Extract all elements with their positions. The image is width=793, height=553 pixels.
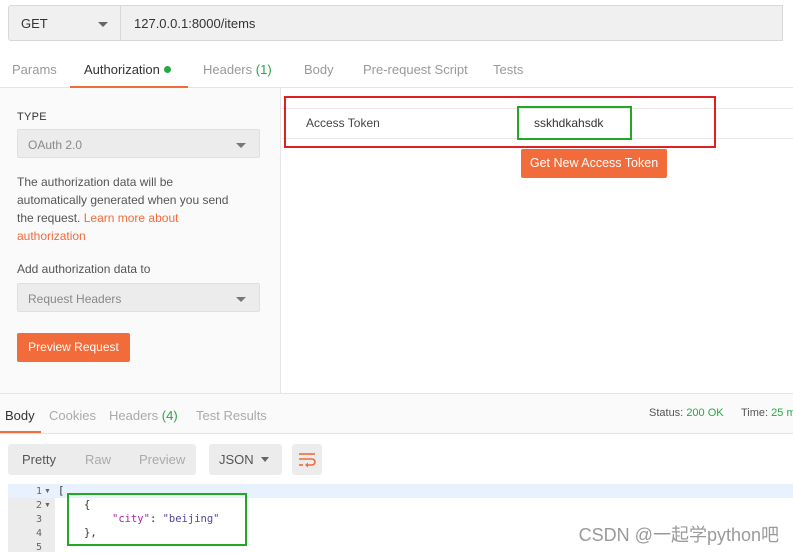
auth-type-select[interactable]: OAuth 2.0 — [17, 129, 260, 158]
auth-type-value: OAuth 2.0 — [28, 138, 83, 152]
fold-arrow-icon[interactable]: ▼ — [44, 502, 51, 509]
active-response-tab-indicator — [0, 431, 41, 433]
annotation-green-box-response — [67, 493, 247, 546]
desc-line-1: The authorization data will be — [17, 175, 174, 189]
learn-more-link[interactable]: Learn more about — [84, 211, 179, 225]
url-input[interactable]: 127.0.0.1:8000/items — [121, 5, 783, 41]
desc-line-3: the request. — [17, 211, 84, 225]
response-tab-test-results[interactable]: Test Results — [196, 408, 267, 423]
desc-line-2: automatically generated when you send — [17, 193, 229, 207]
time-label: Time: — [741, 407, 769, 419]
status-value: 200 OK — [686, 407, 724, 419]
wrap-lines-button[interactable] — [292, 444, 322, 475]
response-tab-cookies[interactable]: Cookies — [49, 408, 96, 423]
status-label: Status: — [649, 407, 684, 419]
authorization-link[interactable]: authorization — [17, 227, 272, 245]
preview-button[interactable]: Preview — [139, 452, 185, 467]
line-number: 4 — [35, 528, 42, 539]
response-tab-body[interactable]: Body — [5, 408, 35, 423]
chevron-down-icon — [98, 22, 108, 27]
line-number: 3 — [35, 514, 42, 525]
tab-authorization[interactable]: Authorization — [84, 62, 171, 77]
annotation-red-box — [284, 96, 716, 148]
format-value: JSON — [219, 452, 254, 467]
active-dot-icon — [163, 66, 171, 73]
add-auth-label: Add authorization data to — [17, 262, 151, 276]
preview-request-button[interactable]: Preview Request — [17, 333, 130, 362]
get-new-access-token-button[interactable]: Get New Access Token — [521, 149, 667, 178]
tab-tests[interactable]: Tests — [493, 62, 523, 77]
add-auth-select[interactable]: Request Headers — [17, 283, 260, 312]
auth-description: The authorization data will be automatic… — [17, 173, 272, 245]
chevron-down-icon — [236, 143, 246, 148]
response-tabs: Body Cookies Headers (4) Test Results St… — [0, 393, 793, 434]
url-value: 127.0.0.1:8000/items — [134, 16, 256, 31]
tab-headers[interactable]: Headers (1) — [203, 62, 272, 77]
headers-count: (1) — [255, 62, 272, 77]
tab-body[interactable]: Body — [304, 62, 334, 77]
wrap-lines-icon — [299, 453, 316, 468]
fold-arrow-icon[interactable]: ▼ — [44, 488, 51, 495]
line-number: 2 — [35, 500, 42, 511]
response-tab-headers[interactable]: Headers (4) — [109, 408, 178, 423]
request-tabs: Params Authorization Headers (1) Body Pr… — [0, 48, 793, 88]
status-info: Status: 200 OK — [649, 407, 724, 419]
watermark: CSDN @一起学python吧 — [578, 525, 779, 545]
tab-authorization-label: Authorization — [84, 62, 160, 77]
line-number: 1 — [35, 486, 42, 497]
add-auth-value: Request Headers — [28, 292, 122, 306]
type-label: TYPE — [17, 111, 47, 123]
code-line-1: [ — [58, 485, 65, 497]
method-value: GET — [21, 16, 48, 31]
tab-params[interactable]: Params — [12, 62, 57, 77]
response-tab-headers-label: Headers — [109, 408, 159, 423]
view-mode-group: Pretty Raw Preview — [8, 444, 196, 475]
pretty-button[interactable]: Pretty — [22, 452, 56, 467]
raw-button[interactable]: Raw — [85, 452, 111, 467]
time-value: 25 m — [771, 407, 793, 419]
line-number: 5 — [35, 542, 42, 553]
time-info: Time: 25 m — [741, 407, 793, 419]
method-select[interactable]: GET — [8, 5, 121, 41]
response-headers-count: (4) — [161, 408, 178, 423]
chevron-down-icon — [236, 297, 246, 302]
format-select[interactable]: JSON — [209, 444, 282, 475]
chevron-down-icon — [261, 457, 269, 462]
tab-headers-label: Headers — [203, 62, 253, 77]
tab-prerequest-script[interactable]: Pre-request Script — [363, 62, 468, 77]
annotation-green-box-token — [517, 106, 632, 140]
